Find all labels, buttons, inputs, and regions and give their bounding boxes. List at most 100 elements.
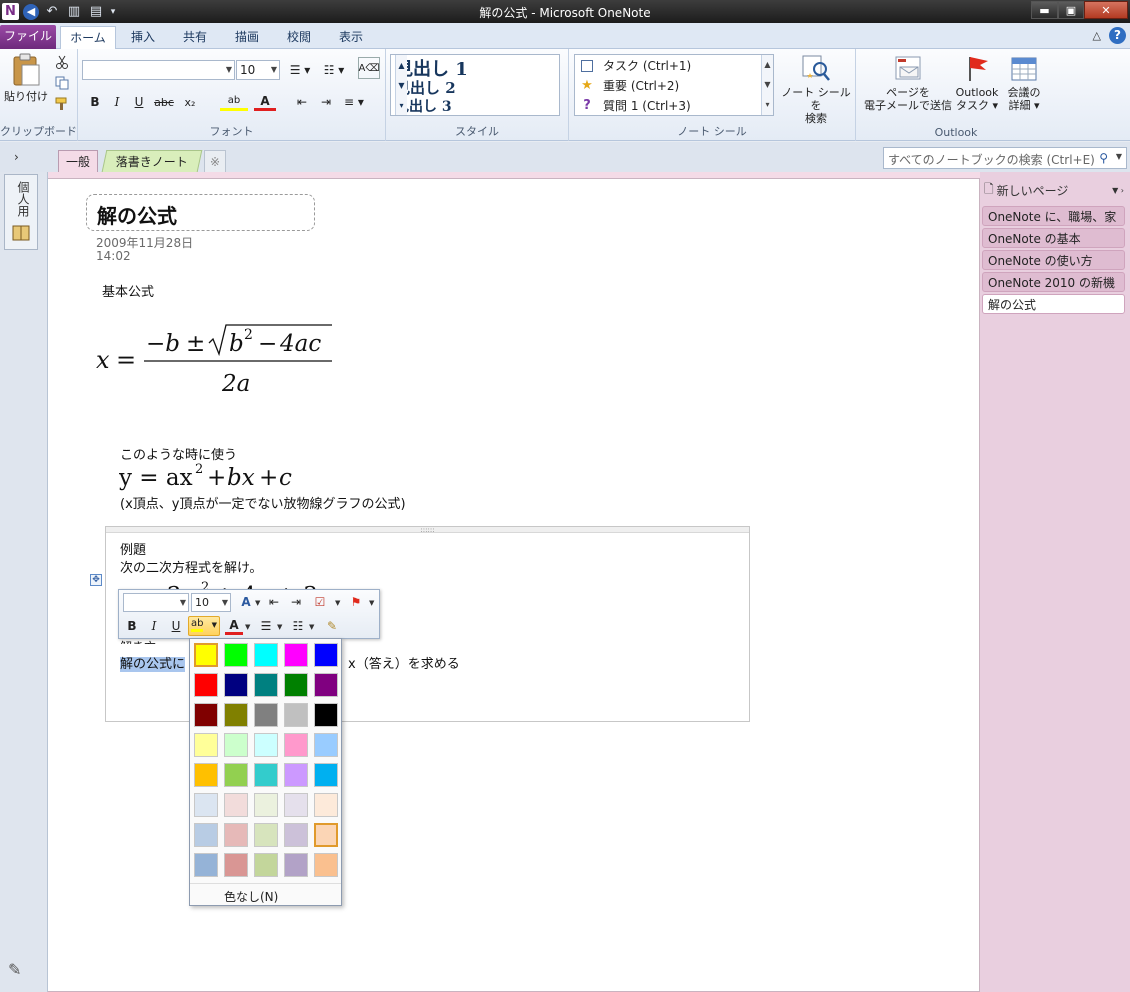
page-tab-basics[interactable]: OneNote の基本 [982, 228, 1125, 248]
tab-file[interactable]: ファイル [0, 25, 56, 49]
color-swatch[interactable] [314, 763, 338, 787]
color-swatch[interactable] [254, 673, 278, 697]
paste-button[interactable]: 貼り付け [4, 53, 48, 113]
mini-font-size-combo[interactable]: 10 ▼ [191, 593, 231, 612]
chevron-down-icon[interactable]: ▼ [369, 599, 374, 607]
font-color-button[interactable]: A [254, 93, 276, 111]
mini-highlight-button[interactable]: ab ▼ [188, 616, 220, 636]
mini-flag-icon[interactable]: ⚑ [347, 593, 365, 611]
collapse-ribbon-icon[interactable]: △ [1093, 29, 1101, 42]
color-swatch[interactable] [224, 703, 248, 727]
cut-icon[interactable] [55, 55, 69, 69]
bullets-button[interactable]: ☰ ▾ [284, 61, 316, 79]
color-swatch[interactable] [254, 853, 278, 877]
color-swatch[interactable] [194, 643, 218, 667]
mini-italic-button[interactable]: I [145, 617, 163, 635]
page-title-box[interactable]: 解の公式 [86, 194, 315, 231]
unfiled-notes-icon[interactable]: ✎ [8, 960, 21, 979]
onenote-logo-icon[interactable]: N [2, 3, 19, 20]
color-swatch[interactable] [284, 823, 308, 847]
notebook-personal[interactable]: 個人用 [4, 174, 38, 250]
mini-numbering-icon[interactable]: ☷ [289, 617, 307, 635]
no-color-button[interactable]: 色なし(N) [190, 883, 341, 905]
tab-share[interactable]: 共有 [172, 26, 218, 49]
minimize-button[interactable]: ▬ [1031, 1, 1058, 19]
color-swatch[interactable] [284, 643, 308, 667]
section-tab-scratch[interactable]: 落書きノート [101, 150, 203, 172]
container-drag-handle[interactable]: :::::: [106, 527, 749, 534]
mini-bullets-icon[interactable]: ☰ [257, 617, 275, 635]
color-swatch[interactable] [254, 793, 278, 817]
color-swatch[interactable] [314, 643, 338, 667]
expand-navigation-icon[interactable]: › [14, 150, 19, 164]
tag-todo[interactable]: タスク (Ctrl+1) [579, 56, 691, 75]
font-name-combo[interactable]: ▼ [82, 60, 235, 80]
quadratic-formula-equation[interactable]: x = −b ± b 2 − 4ac 2a [96, 321, 356, 396]
color-swatch[interactable] [314, 853, 338, 877]
color-swatch[interactable] [224, 643, 248, 667]
mini-todo-tag-icon[interactable]: ☑ [311, 593, 329, 611]
color-swatch[interactable] [284, 703, 308, 727]
color-swatch[interactable] [194, 703, 218, 727]
mini-bold-button[interactable]: B [123, 617, 141, 635]
selected-text[interactable]: 解の公式に [120, 657, 186, 672]
chevron-down-icon[interactable]: ▼ [309, 623, 314, 631]
page-canvas[interactable]: 解の公式 2009年11月28日 14:02 基本公式 x = −b ± b 2… [48, 178, 980, 992]
color-swatch[interactable] [254, 733, 278, 757]
email-page-button[interactable]: ページを 電子メールで送信 [860, 53, 956, 123]
customize-qat-icon[interactable]: ▾ [109, 3, 117, 20]
color-swatch[interactable] [314, 703, 338, 727]
italic-button[interactable]: I [108, 93, 126, 111]
full-page-view-icon[interactable]: ▤ [87, 3, 105, 20]
tab-insert[interactable]: 挿入 [120, 26, 166, 49]
clear-formatting-icon[interactable]: A⌫ [358, 57, 380, 79]
mini-increase-indent-icon[interactable]: ⇥ [287, 593, 305, 611]
mini-font-name-combo[interactable]: ▼ [123, 593, 189, 612]
chevron-down-icon[interactable]: ▼ [245, 623, 250, 631]
solution-text-rest[interactable]: し、x（答え）を求める [322, 653, 460, 672]
parabola-equation[interactable]: y = ax 2 + bx + c [119, 461, 319, 491]
strikethrough-button[interactable]: abc [152, 93, 176, 111]
find-tags-button[interactable]: ノート シールを 検索 [779, 53, 853, 125]
styles-scroll[interactable]: ▲ ▼ ▾ [395, 55, 407, 115]
page-title[interactable]: 解の公式 [97, 200, 177, 229]
color-swatch[interactable] [224, 823, 248, 847]
color-swatch[interactable] [194, 793, 218, 817]
page-tab-howto[interactable]: OneNote の使い方 [982, 250, 1125, 270]
highlight-button[interactable]: ab [220, 93, 248, 111]
bold-button[interactable]: B [86, 93, 104, 111]
subscript-button[interactable]: x₂ [178, 93, 202, 111]
page-tabs-menu-icon[interactable]: ▼ › [1112, 186, 1124, 195]
dock-to-desktop-icon[interactable]: ▥ [65, 3, 83, 20]
underline-button[interactable]: U [130, 93, 148, 111]
color-swatch[interactable] [284, 853, 308, 877]
font-size-combo[interactable]: 10 ▼ [236, 60, 280, 80]
tab-review[interactable]: 校閲 [276, 26, 322, 49]
tags-scroll[interactable]: ▲ ▼ ▾ [761, 55, 773, 115]
section-tab-general[interactable]: 一般 [58, 150, 98, 172]
mini-format-painter-icon[interactable]: ✎ [323, 617, 341, 635]
numbering-button[interactable]: ☷ ▾ [318, 61, 350, 79]
format-painter-icon[interactable] [55, 97, 69, 111]
back-icon[interactable]: ◀ [23, 3, 39, 20]
color-swatch[interactable] [194, 673, 218, 697]
color-swatch[interactable] [284, 733, 308, 757]
color-swatch[interactable] [224, 673, 248, 697]
color-swatch[interactable] [224, 793, 248, 817]
copy-icon[interactable] [55, 76, 69, 90]
undo-icon[interactable]: ↶ [43, 3, 61, 20]
color-swatch[interactable] [194, 823, 218, 847]
tag-important[interactable]: ★ 重要 (Ctrl+2) [579, 76, 679, 95]
color-swatch[interactable] [194, 733, 218, 757]
mini-underline-button[interactable]: U [167, 617, 185, 635]
color-swatch[interactable] [194, 853, 218, 877]
decrease-indent-icon[interactable]: ⇤ [292, 93, 312, 111]
chevron-down-icon[interactable]: ▼ [335, 599, 340, 607]
tab-view[interactable]: 表示 [328, 26, 374, 49]
color-swatch[interactable] [194, 763, 218, 787]
search-notebooks-input[interactable]: すべてのノートブックの検索 (Ctrl+E) ⚲ ▼ [883, 147, 1127, 169]
outlook-tasks-button[interactable]: Outlook タスク ▾ [952, 53, 1002, 123]
chevron-down-icon[interactable]: ▼ [277, 623, 282, 631]
color-swatch[interactable] [314, 673, 338, 697]
align-button[interactable]: ≡ ▾ [340, 93, 368, 111]
